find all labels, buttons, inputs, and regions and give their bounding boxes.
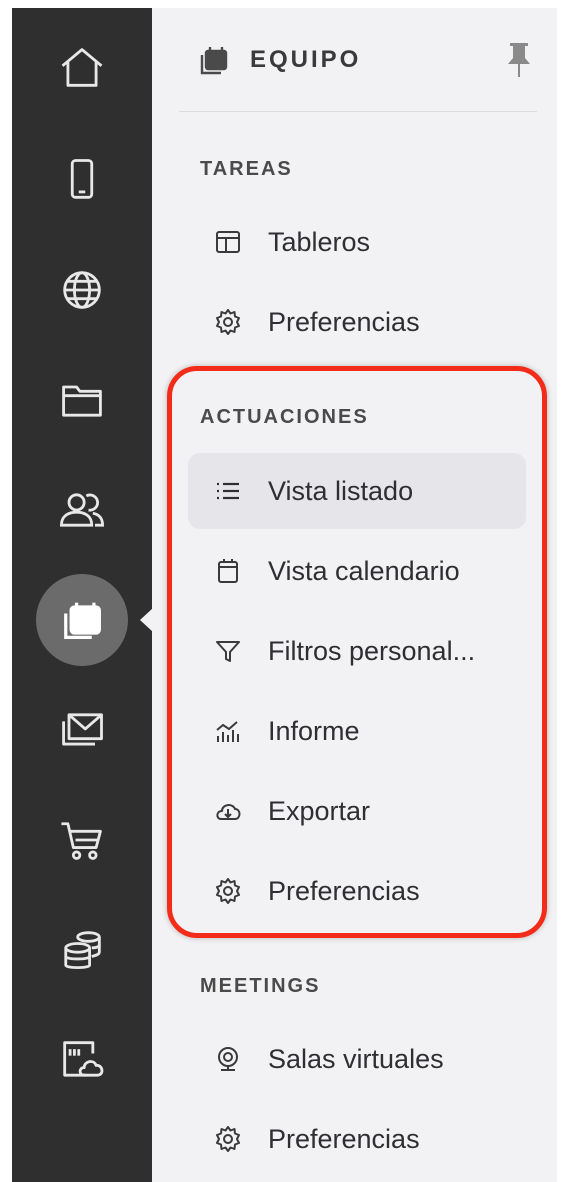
globe-icon — [63, 271, 101, 309]
cloud-download-icon — [210, 793, 246, 829]
menu-item-exportar[interactable]: Exportar — [188, 773, 526, 849]
rail-cloud-app-button[interactable] — [36, 1014, 128, 1106]
home-icon — [61, 48, 103, 87]
menu-item-filtros-personalizados[interactable]: Filtros personal... — [188, 613, 526, 689]
rail-mail-button[interactable] — [36, 684, 128, 776]
mail-stack-icon — [62, 713, 103, 746]
rail-folder-button[interactable] — [36, 354, 128, 446]
users-icon — [60, 493, 104, 527]
menu-item-vista-calendario[interactable]: Vista calendario — [188, 533, 526, 609]
icon-rail — [12, 8, 153, 1182]
section-title-actuaciones: ACTUACIONES — [200, 406, 369, 428]
gear-icon — [210, 304, 246, 340]
rail-globe-button[interactable] — [36, 244, 128, 336]
rail-home-button[interactable] — [36, 22, 128, 114]
filter-icon — [210, 633, 246, 669]
menu-item-tableros[interactable]: Tableros — [188, 204, 526, 280]
gear-icon — [210, 873, 246, 909]
menu-item-label: Tableros — [268, 226, 371, 257]
header-divider — [179, 111, 537, 112]
cloud-app-icon — [63, 1041, 104, 1077]
menu-item-actuaciones-preferencias[interactable]: Preferencias — [188, 853, 526, 929]
panel-title: EQUIPO — [250, 46, 362, 73]
board-icon — [210, 224, 246, 260]
list-icon — [210, 473, 246, 509]
cart-icon — [61, 822, 102, 860]
pin-icon[interactable] — [502, 40, 536, 80]
menu-item-vista-listado[interactable]: Vista listado — [188, 453, 526, 529]
rail-mobile-button[interactable] — [36, 134, 128, 226]
menu-item-label: Filtros personal... — [268, 635, 476, 666]
menu-item-label: Vista listado — [268, 475, 414, 506]
menu-item-label: Vista calendario — [268, 555, 460, 586]
menu-item-meetings-preferencias[interactable]: Preferencias — [188, 1101, 526, 1177]
active-indicator — [36, 574, 128, 666]
calendar-icon — [210, 553, 246, 589]
menu-item-label: Preferencias — [268, 306, 420, 337]
report-chart-icon — [210, 713, 246, 749]
mobile-icon — [70, 159, 94, 199]
app-frame: EQUIPO TAREAS Tableros Preferencias ACTU… — [12, 8, 557, 1182]
team-calendar-icon — [200, 47, 228, 75]
rail-users-button[interactable] — [36, 464, 128, 556]
rail-team-button[interactable] — [36, 574, 128, 666]
rail-database-button[interactable] — [36, 904, 128, 996]
team-calendar-icon — [64, 602, 101, 639]
menu-item-label: Salas virtuales — [268, 1043, 444, 1074]
rail-cart-button[interactable] — [36, 794, 128, 886]
database-icon — [64, 931, 101, 970]
menu-item-label: Informe — [268, 715, 360, 746]
section-title-meetings: MEETINGS — [200, 975, 321, 997]
webcam-icon — [210, 1041, 246, 1077]
gear-icon — [210, 1121, 246, 1157]
menu-item-informe[interactable]: Informe — [188, 693, 526, 769]
section-title-tareas: TAREAS — [200, 158, 293, 180]
menu-item-label: Exportar — [268, 795, 371, 826]
side-panel: EQUIPO TAREAS Tableros Preferencias ACTU… — [152, 8, 557, 1182]
menu-item-label: Preferencias — [268, 875, 420, 906]
menu-item-salas-virtuales[interactable]: Salas virtuales — [188, 1021, 526, 1097]
folder-icon — [62, 385, 102, 417]
menu-item-label: Preferencias — [268, 1123, 420, 1154]
panel-header: EQUIPO — [152, 8, 557, 112]
menu-item-tareas-preferencias[interactable]: Preferencias — [188, 284, 526, 360]
